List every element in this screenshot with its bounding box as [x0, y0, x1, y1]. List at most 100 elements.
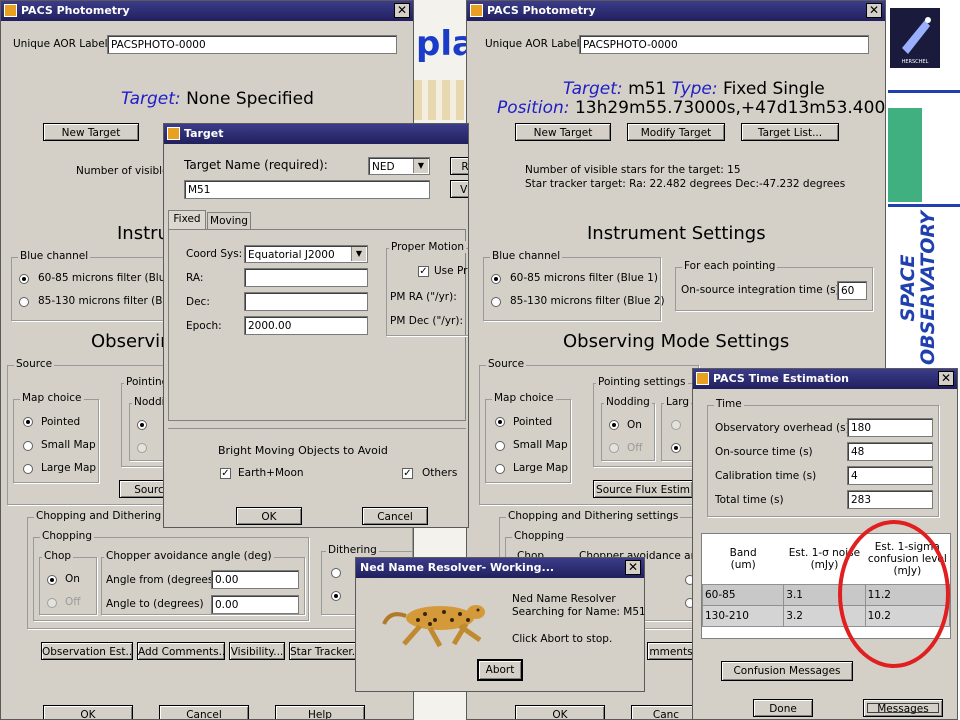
left-window-title: PACS Photometry [21, 4, 130, 17]
others-label: Others [422, 467, 458, 479]
left-help-button[interactable]: Help [275, 705, 365, 719]
ned-close-button[interactable]: ✕ [625, 560, 641, 575]
ned-resolver-dialog: Ned Name Resolver- Working... ✕ Ned Name… [355, 557, 645, 692]
blue-line-mid [888, 204, 960, 207]
add-comments-button[interactable]: Add Comments... [137, 642, 225, 660]
ned-line-1: Ned Name Resolver [512, 593, 616, 605]
dec-field[interactable] [244, 292, 368, 311]
tab-moving[interactable]: Moving [207, 212, 251, 230]
left-filter2-label: 85-130 microns filter (Blue [38, 295, 179, 307]
others-checkbox[interactable]: ✓ [402, 468, 413, 479]
right-chop-dither-legend: Chopping and Dithering settings [506, 510, 681, 522]
left-ok-button[interactable]: OK [43, 705, 133, 719]
earth-moon-checkbox[interactable]: ✓ [220, 468, 231, 479]
left-chop-legend: Chop [42, 550, 74, 562]
coord-sys-value: Equatorial J2000 [248, 249, 335, 261]
target-cancel-button[interactable]: Cancel [362, 507, 428, 525]
resolver-select-value: NED [372, 161, 395, 173]
left-cancel-button[interactable]: Cancel [159, 705, 249, 719]
star-tracker-button[interactable]: Star Tracker... [289, 642, 361, 660]
time-window-title: PACS Time Estimation [713, 372, 850, 385]
right-position-prefix: Position: [497, 98, 570, 118]
right-nodding-off-radio[interactable] [609, 443, 619, 453]
left-aor-field[interactable]: PACSPHOTO-0000 [107, 35, 397, 54]
left-nodding-off-radio[interactable] [137, 443, 147, 453]
pm-dec-label: PM Dec ("/yr): [390, 315, 464, 327]
onsource-integration-field[interactable]: 60 [837, 281, 867, 300]
visibility-button[interactable]: Visibility... [229, 642, 285, 660]
blue-line-top [888, 90, 960, 93]
right-large-radio-2[interactable] [671, 443, 681, 453]
ra-field[interactable] [244, 268, 368, 287]
right-aor-field[interactable]: PACSPHOTO-0000 [579, 35, 869, 54]
right-new-target-button[interactable]: New Target [515, 123, 611, 141]
done-button[interactable]: Done [753, 699, 813, 717]
left-new-target-button[interactable]: New Target [43, 123, 139, 141]
left-map-choice-legend: Map choice [20, 392, 84, 404]
right-ok-button[interactable]: OK [515, 705, 605, 719]
resolve-button[interactable]: R [450, 157, 468, 175]
right-filter1-label: 60-85 microns filter (Blue 1) [510, 272, 658, 284]
target-list-button[interactable]: Target List... [741, 123, 839, 141]
right-close-button[interactable]: ✕ [866, 3, 882, 18]
chevron-down-icon: ▼ [413, 159, 428, 173]
left-dither-radio-1[interactable] [331, 568, 341, 578]
right-nodding-on-radio[interactable] [609, 420, 619, 430]
table-cell: 60-85 [701, 583, 785, 606]
right-chopping-legend: Chopping [512, 530, 566, 542]
time-row-value[interactable]: 180 [847, 418, 933, 437]
left-large-map-label: Large Map [41, 462, 97, 474]
bright-objects-label: Bright Moving Objects to Avoid [218, 444, 388, 457]
use-proper-motion-checkbox[interactable]: ✓ [418, 266, 429, 277]
left-chop-on-radio[interactable] [47, 575, 57, 585]
time-close-button[interactable]: ✕ [938, 371, 954, 386]
right-small-map-radio[interactable] [495, 441, 505, 451]
left-pointed-radio[interactable] [23, 417, 33, 427]
herschel-badge-text: HERSCHEL [902, 59, 929, 65]
time-row-value[interactable]: 283 [847, 490, 933, 509]
left-dither-radio-2[interactable] [331, 591, 341, 601]
right-large-radio-1[interactable] [671, 420, 681, 430]
ned-line-2: Searching for Name: M51 [512, 606, 645, 618]
view-button[interactable]: Vi [450, 180, 468, 198]
right-cancel-button[interactable]: Canc [631, 705, 701, 719]
left-chop-off-radio[interactable] [47, 598, 57, 608]
coord-sys-select[interactable]: Equatorial J2000 ▼ [244, 245, 368, 263]
target-name-label: Target Name (required): [184, 158, 328, 172]
observation-estimate-button[interactable]: Observation Est... [41, 642, 133, 660]
right-filter2-radio[interactable] [491, 297, 501, 307]
left-target-value: None Specified [186, 89, 314, 109]
right-small-map-label: Small Map [513, 439, 568, 451]
left-nodding-on-radio[interactable] [137, 420, 147, 430]
resolver-select[interactable]: NED ▼ [368, 157, 430, 175]
tab-fixed[interactable]: Fixed [168, 210, 206, 230]
dec-label: Dec: [186, 296, 210, 308]
left-angle-from-field[interactable]: 0.00 [211, 570, 299, 589]
ra-label: RA: [186, 272, 204, 284]
app-icon [167, 127, 180, 140]
source-flux-estimate-button[interactable]: Source Flux Estim [593, 480, 693, 498]
left-close-button[interactable]: ✕ [394, 3, 410, 18]
right-pointed-radio[interactable] [495, 417, 505, 427]
right-large-map-label: Large Map [513, 462, 569, 474]
time-row-value[interactable]: 48 [847, 442, 933, 461]
epoch-field[interactable]: 2000.00 [244, 316, 368, 335]
abort-button[interactable]: Abort [478, 660, 522, 680]
left-small-map-radio[interactable] [23, 441, 33, 451]
left-angle-to-field[interactable]: 0.00 [211, 595, 299, 614]
left-source-legend: Source [14, 358, 55, 370]
modify-target-button[interactable]: Modify Target [627, 123, 725, 141]
messages-button[interactable]: Messages [863, 699, 943, 717]
target-ok-button[interactable]: OK [236, 507, 302, 525]
target-name-field[interactable]: M51 [184, 180, 430, 199]
right-filter1-radio[interactable] [491, 274, 501, 284]
left-large-map-radio[interactable] [23, 464, 33, 474]
right-large-map-radio[interactable] [495, 464, 505, 474]
time-row-value[interactable]: 4 [847, 466, 933, 485]
use-proper-motion-label: Use Pr [434, 265, 468, 277]
left-filter1-radio[interactable] [19, 274, 29, 284]
observing-mode-heading: Observing Mode Settings [563, 331, 790, 352]
confusion-messages-button[interactable]: Confusion Messages [721, 661, 853, 681]
left-filter2-radio[interactable] [19, 297, 29, 307]
visible-stars-line: Number of visible stars for the target: … [525, 164, 741, 176]
